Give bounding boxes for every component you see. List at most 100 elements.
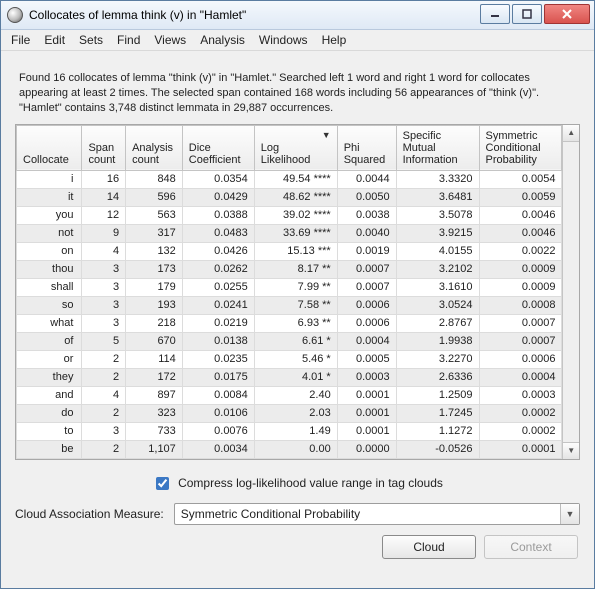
table-row[interactable]: on41320.042615.13 ***0.00194.01550.0022: [17, 242, 562, 260]
col-phi[interactable]: PhiSquared: [337, 125, 396, 170]
cell-span[interactable]: 16: [82, 170, 126, 188]
cell-collocate[interactable]: it: [17, 188, 82, 206]
menu-sets[interactable]: Sets: [73, 31, 109, 49]
vertical-scrollbar[interactable]: ▲ ▼: [562, 125, 579, 459]
cell-phi[interactable]: 0.0007: [337, 260, 396, 278]
cell-scp[interactable]: 0.0001: [479, 440, 562, 458]
cell-dice[interactable]: 0.0084: [182, 386, 254, 404]
cell-log[interactable]: 6.61 *: [254, 332, 337, 350]
cell-analysis[interactable]: 733: [126, 422, 183, 440]
menu-file[interactable]: File: [5, 31, 36, 49]
menu-find[interactable]: Find: [111, 31, 146, 49]
cell-scp[interactable]: 0.0046: [479, 224, 562, 242]
cell-scp[interactable]: 0.0008: [479, 296, 562, 314]
cell-log[interactable]: 1.49: [254, 422, 337, 440]
cell-collocate[interactable]: to: [17, 422, 82, 440]
table-row[interactable]: i168480.035449.54 ****0.00443.33200.0054: [17, 170, 562, 188]
table-row[interactable]: be21,1070.00340.000.0000-0.05260.0001: [17, 440, 562, 458]
cell-span[interactable]: 2: [82, 404, 126, 422]
cell-log[interactable]: 49.54 ****: [254, 170, 337, 188]
cell-phi[interactable]: 0.0001: [337, 404, 396, 422]
cell-smi[interactable]: 3.6481: [396, 188, 479, 206]
titlebar[interactable]: Collocates of lemma think (v) in "Hamlet…: [1, 1, 594, 30]
cell-scp[interactable]: 0.0007: [479, 332, 562, 350]
compress-checkbox[interactable]: [156, 477, 169, 490]
cell-span[interactable]: 3: [82, 422, 126, 440]
cell-scp[interactable]: 0.0009: [479, 260, 562, 278]
cell-collocate[interactable]: and: [17, 386, 82, 404]
col-analysis[interactable]: Analysiscount: [126, 125, 183, 170]
cell-phi[interactable]: 0.0040: [337, 224, 396, 242]
table-row[interactable]: they21720.01754.01 *0.00032.63360.0004: [17, 368, 562, 386]
cell-dice[interactable]: 0.0388: [182, 206, 254, 224]
cell-scp[interactable]: 0.0003: [479, 386, 562, 404]
cell-span[interactable]: 2: [82, 350, 126, 368]
cell-smi[interactable]: 1.7245: [396, 404, 479, 422]
menu-help[interactable]: Help: [316, 31, 353, 49]
cell-span[interactable]: 4: [82, 386, 126, 404]
table-row[interactable]: shall31790.02557.99 **0.00073.16100.0009: [17, 278, 562, 296]
scroll-up-icon[interactable]: ▲: [563, 125, 579, 142]
table-row[interactable]: what32180.02196.93 **0.00062.87670.0007: [17, 314, 562, 332]
table-row[interactable]: thou31730.02628.17 **0.00073.21020.0009: [17, 260, 562, 278]
cell-span[interactable]: 3: [82, 314, 126, 332]
cell-smi[interactable]: 3.3320: [396, 170, 479, 188]
col-span[interactable]: Spancount: [82, 125, 126, 170]
cell-phi[interactable]: 0.0001: [337, 422, 396, 440]
cell-analysis[interactable]: 172: [126, 368, 183, 386]
cell-dice[interactable]: 0.0138: [182, 332, 254, 350]
cell-phi[interactable]: 0.0006: [337, 296, 396, 314]
cell-log[interactable]: 7.58 **: [254, 296, 337, 314]
cell-collocate[interactable]: thou: [17, 260, 82, 278]
cell-phi[interactable]: 0.0001: [337, 386, 396, 404]
cell-analysis[interactable]: 323: [126, 404, 183, 422]
cell-analysis[interactable]: 179: [126, 278, 183, 296]
cell-phi[interactable]: 0.0005: [337, 350, 396, 368]
cell-collocate[interactable]: on: [17, 242, 82, 260]
col-scp[interactable]: SymmetricConditionalProbability: [479, 125, 562, 170]
cell-dice[interactable]: 0.0429: [182, 188, 254, 206]
table-row[interactable]: you125630.038839.02 ****0.00383.50780.00…: [17, 206, 562, 224]
cell-analysis[interactable]: 848: [126, 170, 183, 188]
cell-scp[interactable]: 0.0046: [479, 206, 562, 224]
cell-collocate[interactable]: you: [17, 206, 82, 224]
cell-dice[interactable]: 0.0483: [182, 224, 254, 242]
cell-phi[interactable]: 0.0007: [337, 278, 396, 296]
table-row[interactable]: so31930.02417.58 **0.00063.05240.0008: [17, 296, 562, 314]
dropdown-arrow-icon[interactable]: ▼: [560, 504, 579, 524]
cell-scp[interactable]: 0.0054: [479, 170, 562, 188]
cell-span[interactable]: 9: [82, 224, 126, 242]
cell-scp[interactable]: 0.0002: [479, 422, 562, 440]
cell-scp[interactable]: 0.0059: [479, 188, 562, 206]
table-row[interactable]: to37330.00761.490.00011.12720.0002: [17, 422, 562, 440]
cell-phi[interactable]: 0.0044: [337, 170, 396, 188]
cell-phi[interactable]: 0.0019: [337, 242, 396, 260]
col-smi[interactable]: SpecificMutualInformation: [396, 125, 479, 170]
cloud-button[interactable]: Cloud: [382, 535, 476, 559]
cell-log[interactable]: 0.00: [254, 440, 337, 458]
cell-dice[interactable]: 0.0106: [182, 404, 254, 422]
cell-collocate[interactable]: do: [17, 404, 82, 422]
cell-scp[interactable]: 0.0009: [479, 278, 562, 296]
menu-analysis[interactable]: Analysis: [194, 31, 251, 49]
col-log[interactable]: LogLikelihood▼: [254, 125, 337, 170]
cell-smi[interactable]: 3.2270: [396, 350, 479, 368]
cell-span[interactable]: 4: [82, 242, 126, 260]
cell-log[interactable]: 48.62 ****: [254, 188, 337, 206]
table-row[interactable]: it145960.042948.62 ****0.00503.64810.005…: [17, 188, 562, 206]
cell-dice[interactable]: 0.0241: [182, 296, 254, 314]
cell-phi[interactable]: 0.0050: [337, 188, 396, 206]
cell-collocate[interactable]: of: [17, 332, 82, 350]
table-row[interactable]: and48970.00842.400.00011.25090.0003: [17, 386, 562, 404]
cell-log[interactable]: 5.46 *: [254, 350, 337, 368]
scroll-track[interactable]: [563, 142, 579, 442]
cell-log[interactable]: 2.03: [254, 404, 337, 422]
cell-smi[interactable]: 3.9215: [396, 224, 479, 242]
cell-analysis[interactable]: 317: [126, 224, 183, 242]
cell-scp[interactable]: 0.0022: [479, 242, 562, 260]
cell-phi[interactable]: 0.0003: [337, 368, 396, 386]
cell-analysis[interactable]: 193: [126, 296, 183, 314]
cell-smi[interactable]: 1.1272: [396, 422, 479, 440]
cell-dice[interactable]: 0.0426: [182, 242, 254, 260]
cell-dice[interactable]: 0.0354: [182, 170, 254, 188]
